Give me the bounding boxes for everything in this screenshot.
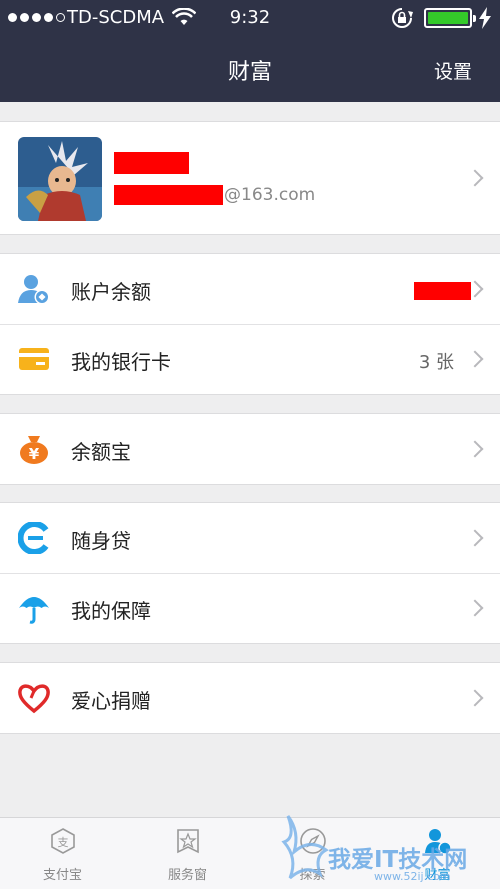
alipay-icon: 支	[50, 828, 75, 854]
svg-text:¥: ¥	[29, 445, 40, 463]
finance-group: 账户余额 我的银行卡 3 张	[0, 253, 500, 395]
loan-insurance-group: 随身贷 我的保障	[0, 502, 500, 644]
donation-row[interactable]: 爱心捐赠	[0, 663, 500, 733]
heart-icon	[18, 684, 50, 714]
tab-explore[interactable]: 探索	[250, 818, 375, 889]
account-balance-icon	[18, 275, 50, 305]
bank-card-label: 我的银行卡	[71, 350, 171, 374]
chevron-right-icon	[466, 689, 484, 707]
tab-label: 探索	[299, 868, 326, 883]
chevron-right-icon	[466, 529, 484, 547]
tab-label: 服务窗	[167, 868, 207, 883]
chevron-right-icon	[466, 440, 484, 458]
yuebao-group: ¥ 余额宝	[0, 413, 500, 485]
umbrella-icon	[19, 597, 49, 624]
tab-label: 支付宝	[42, 868, 82, 883]
settings-button[interactable]: 设置	[434, 57, 472, 84]
account-balance-row[interactable]: 账户余额	[0, 254, 500, 324]
rotation-lock-icon	[392, 8, 413, 28]
donation-label: 爱心捐赠	[71, 689, 151, 713]
yuebao-label: 余额宝	[71, 440, 131, 464]
redacted-username	[114, 152, 189, 174]
svg-text:支: 支	[57, 836, 68, 849]
charging-icon	[479, 7, 491, 29]
page-title: 财富	[227, 60, 272, 85]
battery-icon	[424, 8, 476, 28]
status-bar: TD-SCDMA 9:32	[0, 0, 500, 34]
nav-bar: 财富 设置	[0, 34, 500, 102]
redacted-email	[114, 185, 223, 205]
bank-card-count: 3 张	[418, 352, 454, 373]
insurance-label: 我的保障	[71, 599, 151, 623]
bank-card-row[interactable]: 我的银行卡 3 张	[0, 324, 500, 394]
loan-row[interactable]: 随身贷	[0, 503, 500, 573]
loan-label: 随身贷	[71, 529, 131, 553]
explore-icon	[299, 828, 326, 854]
loan-icon	[18, 522, 49, 554]
wealth-icon	[424, 829, 452, 855]
tab-bar: 支 支付宝 服务窗 探索 财富	[0, 817, 500, 889]
service-window-icon	[176, 829, 199, 854]
insurance-row[interactable]: 我的保障	[0, 573, 500, 643]
donation-group: 爱心捐赠	[0, 662, 500, 734]
tab-label: 财富	[424, 868, 451, 883]
tab-service-window[interactable]: 服务窗	[125, 818, 250, 889]
bank-card-icon	[19, 348, 49, 370]
yuebao-row[interactable]: ¥ 余额宝	[0, 414, 500, 484]
account-balance-label: 账户余额	[71, 280, 151, 304]
email-domain: @163.com	[224, 185, 316, 205]
tab-wealth[interactable]: 财富	[375, 818, 500, 889]
tab-alipay[interactable]: 支 支付宝	[0, 818, 125, 889]
chevron-right-icon	[466, 350, 484, 368]
avatar	[18, 137, 102, 221]
chevron-right-icon	[466, 599, 484, 617]
redacted-balance	[414, 282, 471, 300]
profile-card[interactable]: @163.com	[0, 121, 500, 235]
chevron-right-icon	[466, 169, 484, 187]
yuebao-bag-icon: ¥	[20, 436, 48, 464]
